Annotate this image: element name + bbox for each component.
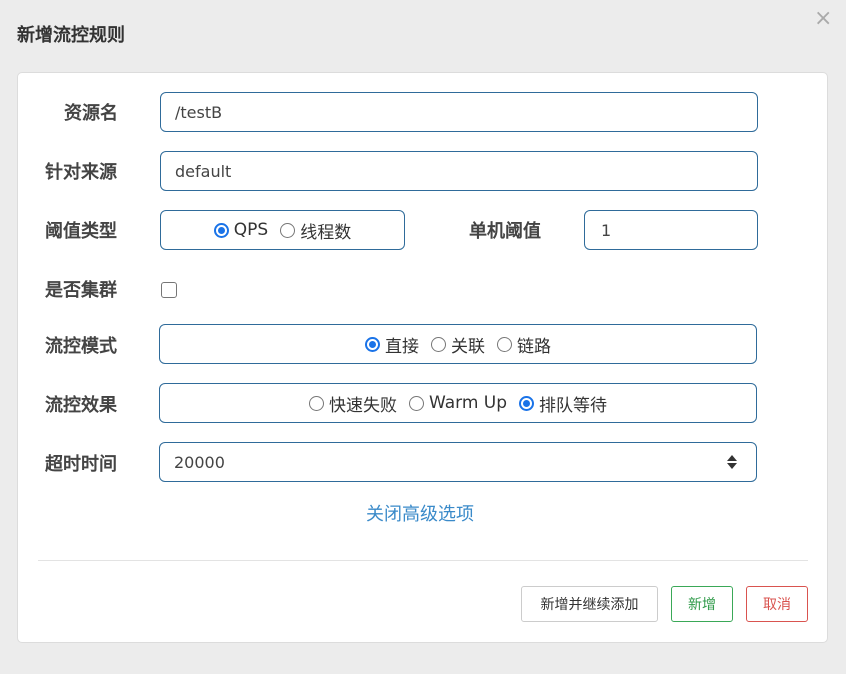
radio-qps[interactable] [213, 222, 229, 238]
stepper-up-icon[interactable] [727, 455, 737, 461]
timeout-field [159, 442, 757, 482]
footer-divider [38, 560, 808, 561]
resource-label: 资源名 [64, 103, 118, 124]
timeout-label: 超时时间 [45, 454, 117, 475]
radio-direct[interactable] [365, 336, 380, 352]
threshold-type-option-label: QPS [233, 220, 269, 240]
flow-effect-option-queue[interactable]: 排队等待 [519, 391, 607, 416]
single-threshold-field [584, 210, 758, 250]
radio-threads[interactable] [280, 222, 296, 238]
form-panel: 资源名 针对来源 阈值类型 QPS 线程数 单机阈值 是否集群 流控模式 [17, 72, 828, 643]
single-threshold-label: 单机阈值 [469, 221, 541, 242]
threshold-type-label: 阈值类型 [45, 221, 117, 242]
flow-effect-option-label: 快速失败 [328, 395, 397, 416]
cluster-label: 是否集群 [45, 280, 117, 301]
threshold-type-option-qps[interactable]: QPS [213, 220, 269, 240]
add-and-continue-button[interactable]: 新增并继续添加 [521, 586, 658, 622]
threshold-type-option-label: 线程数 [300, 222, 352, 243]
number-stepper[interactable] [726, 453, 738, 471]
flow-mode-label: 流控模式 [45, 336, 117, 357]
timeout-input[interactable] [160, 443, 756, 481]
cluster-checkbox[interactable] [161, 282, 177, 298]
cancel-button[interactable]: 取消 [746, 586, 808, 622]
origin-field [160, 151, 758, 191]
flow-mode-option-label: 关联 [451, 336, 485, 357]
threshold-type-option-threads[interactable]: 线程数 [280, 218, 351, 243]
flow-mode-option-label: 链路 [517, 336, 551, 357]
radio-chain[interactable] [497, 336, 512, 352]
flow-mode-option-direct[interactable]: 直接 [365, 332, 419, 357]
flow-mode-option-associated[interactable]: 关联 [431, 332, 485, 357]
radio-warm-up[interactable] [408, 395, 424, 411]
flow-mode-option-chain[interactable]: 链路 [497, 332, 551, 357]
flow-mode-group: 直接 关联 链路 [159, 324, 757, 364]
origin-label: 针对来源 [45, 162, 117, 183]
flow-mode-option-label: 直接 [385, 336, 419, 357]
flow-effect-option-label: 排队等待 [539, 395, 608, 416]
origin-input[interactable] [161, 152, 757, 190]
flow-effect-label: 流控效果 [45, 395, 117, 416]
toggle-advanced-link[interactable]: 关闭高级选项 [366, 500, 474, 526]
flow-effect-group: 快速失败 Warm Up 排队等待 [159, 383, 757, 423]
close-icon[interactable]: × [814, 6, 832, 32]
stepper-down-icon[interactable] [727, 463, 737, 469]
single-threshold-input[interactable] [585, 211, 757, 249]
dialog-title: 新增流控规则 [17, 25, 125, 46]
radio-fast-fail[interactable] [308, 395, 324, 411]
flow-effect-option-fast-fail[interactable]: 快速失败 [308, 391, 397, 416]
radio-queue[interactable] [519, 395, 535, 411]
resource-field [160, 92, 758, 132]
radio-associated[interactable] [431, 336, 446, 352]
add-button[interactable]: 新增 [671, 586, 733, 622]
flow-effect-option-label: Warm Up [428, 393, 508, 413]
flow-effect-option-warm-up[interactable]: Warm Up [408, 393, 508, 413]
resource-input[interactable] [161, 93, 757, 131]
threshold-type-group: QPS 线程数 [160, 210, 405, 250]
